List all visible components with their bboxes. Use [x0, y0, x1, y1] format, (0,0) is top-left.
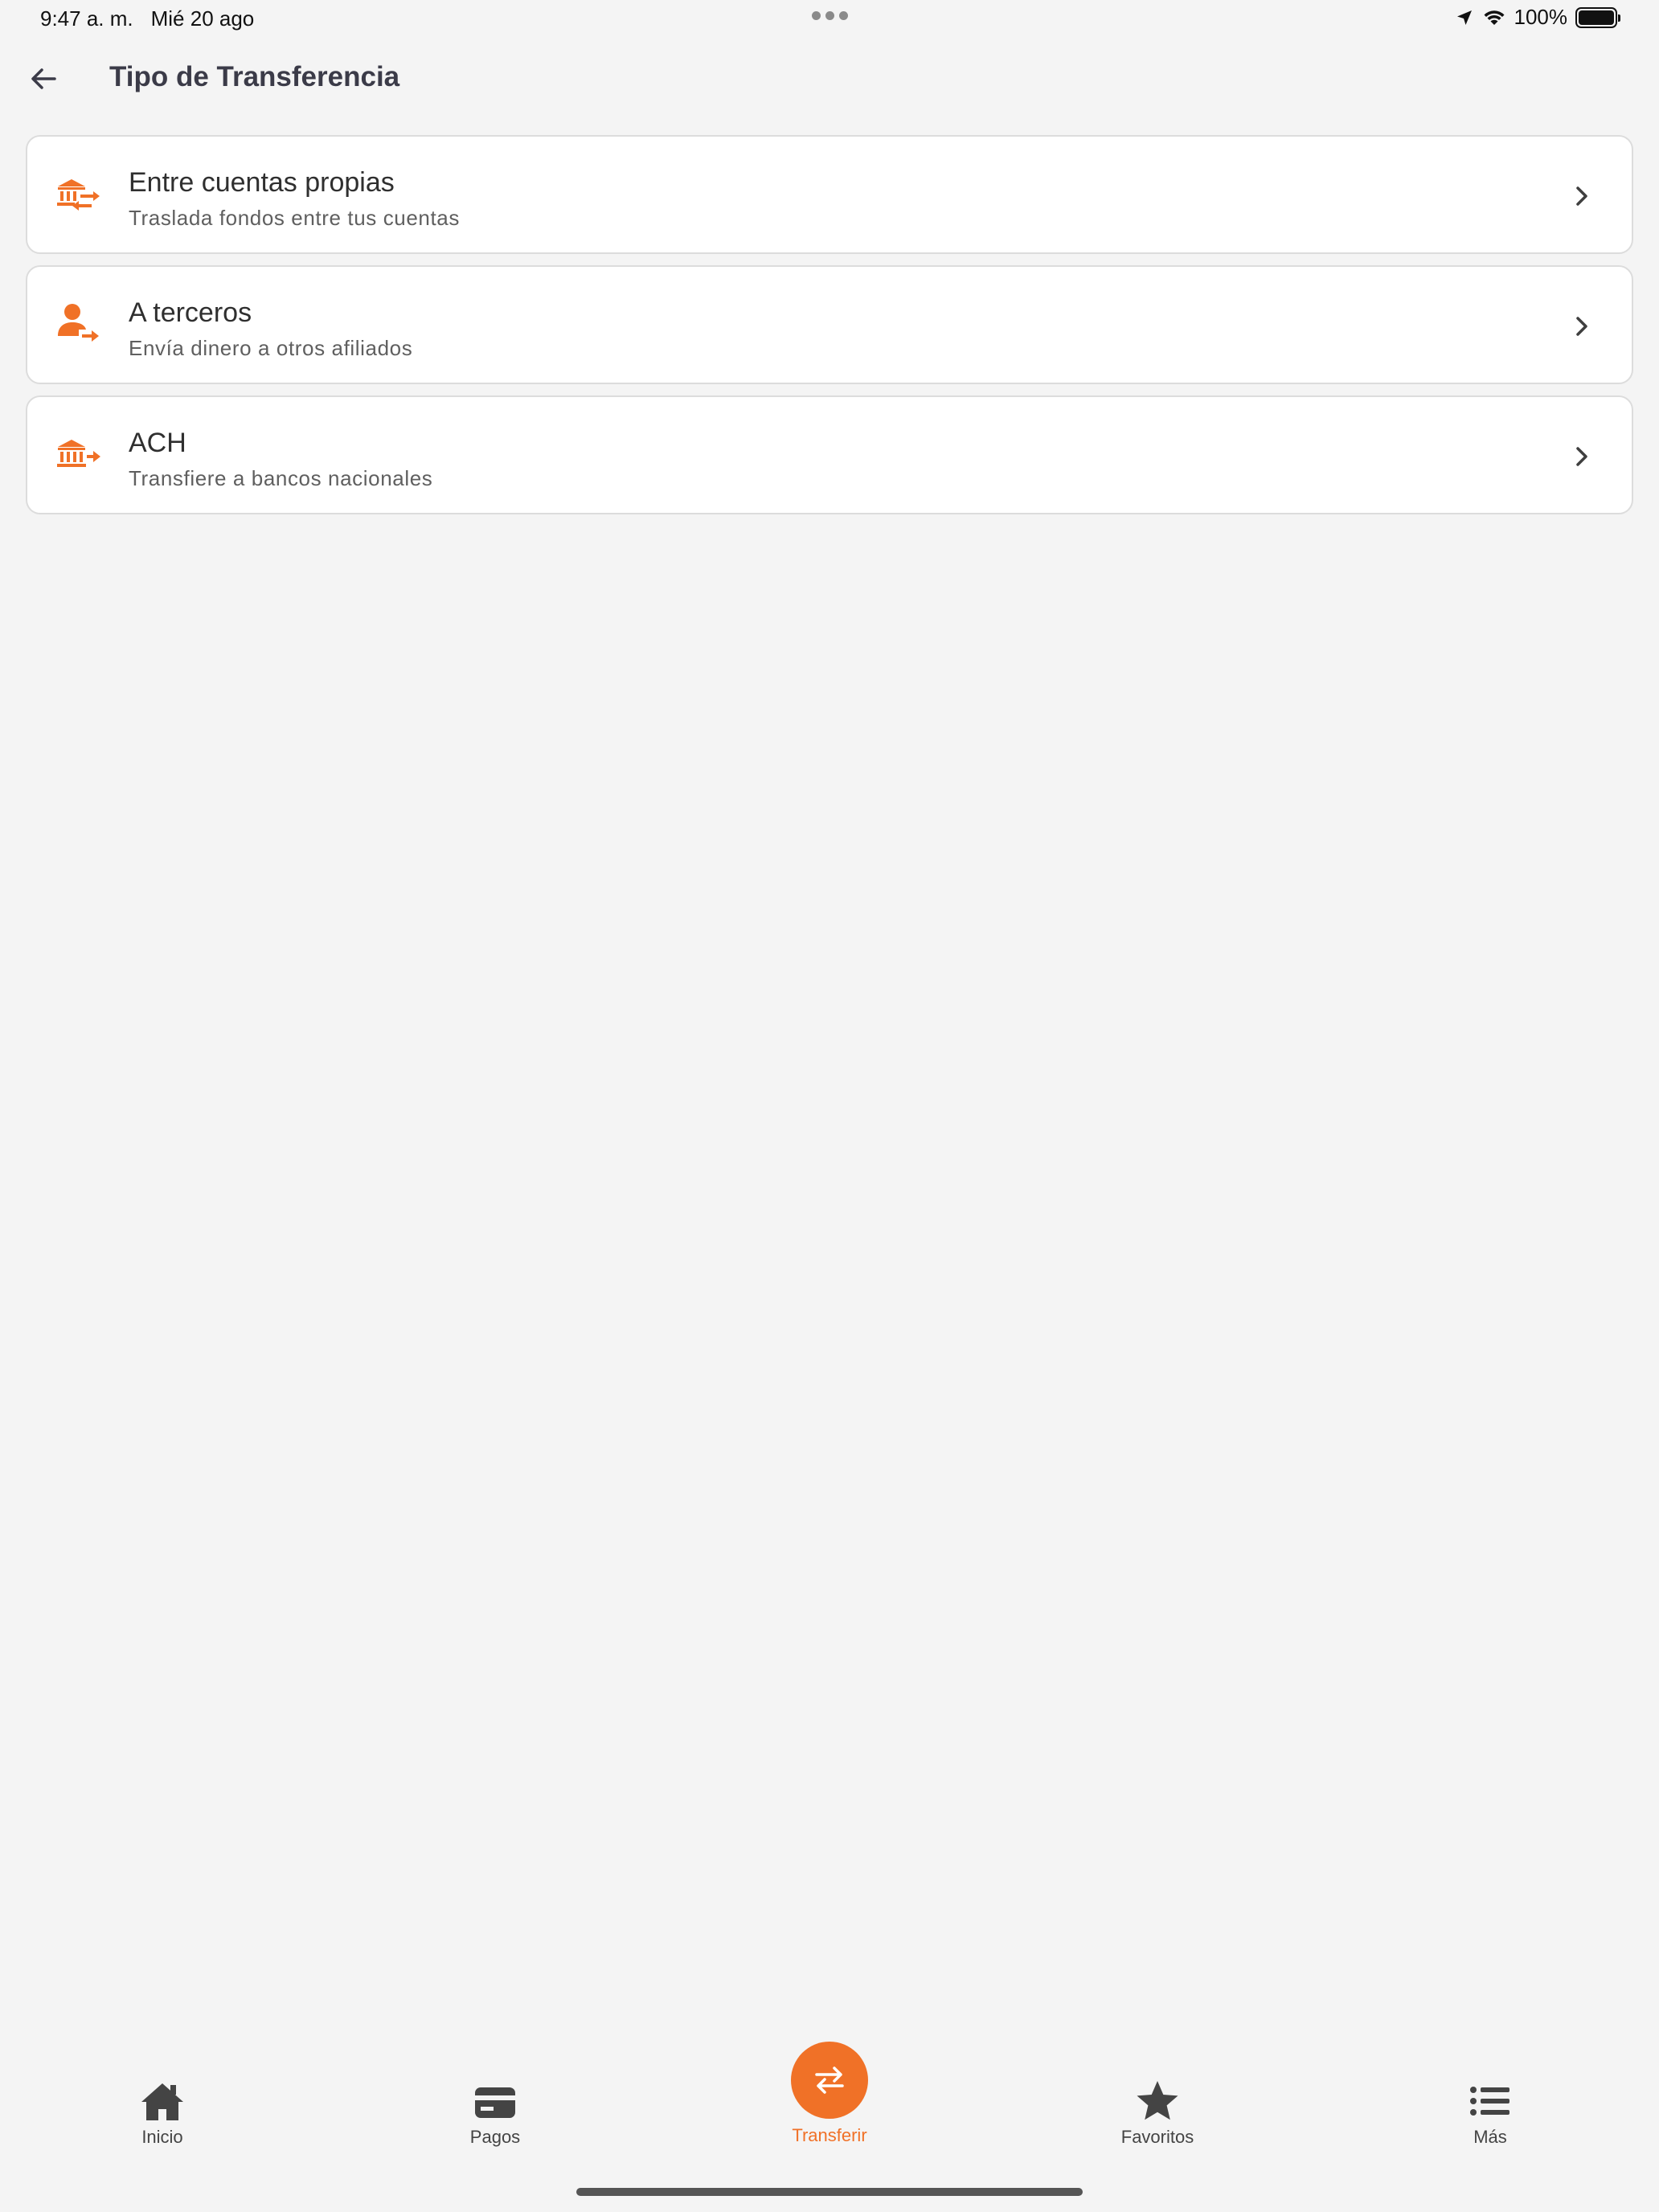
- star-icon: [1137, 2081, 1178, 2120]
- arrow-left-icon: [31, 68, 56, 89]
- status-time: 9:47 a. m.: [40, 6, 133, 31]
- person-send-icon: [58, 304, 99, 342]
- nav-label: Pagos: [469, 2127, 521, 2147]
- chevron-right-icon: [1576, 317, 1587, 336]
- home-indicator[interactable]: [576, 2188, 1083, 2196]
- transfer-arrows-icon: [815, 2067, 844, 2094]
- transfer-fab[interactable]: [791, 2042, 868, 2119]
- status-left: 9:47 a. m. Mié 20 ago: [40, 6, 254, 31]
- battery-icon: [1575, 6, 1620, 28]
- transfer-type-list: Entre cuentas propias Traslada fondos en…: [26, 135, 1633, 526]
- nav-label: Inicio: [141, 2127, 183, 2147]
- bank-send-icon: [57, 440, 100, 467]
- nav-pagos[interactable]: Pagos: [415, 2077, 576, 2165]
- status-right: 100%: [1455, 5, 1620, 30]
- nav-label: Favoritos: [1120, 2127, 1194, 2147]
- option-entre-cuentas-propias[interactable]: Entre cuentas propias Traslada fondos en…: [26, 135, 1633, 254]
- nav-mas[interactable]: Más: [1410, 2077, 1571, 2165]
- app-screen: 9:47 a. m. Mié 20 ago 100% Tipo de Trans…: [0, 0, 1659, 2212]
- option-title: ACH: [129, 428, 186, 458]
- credit-card-icon: [475, 2087, 515, 2118]
- home-icon: [141, 2083, 183, 2120]
- option-subtitle: Envía dinero a otros afiliados: [129, 336, 413, 360]
- wifi-icon: [1484, 10, 1504, 25]
- option-a-terceros[interactable]: A terceros Envía dinero a otros afiliado…: [26, 265, 1633, 384]
- nav-favoritos[interactable]: Favoritos: [1077, 2077, 1238, 2165]
- chevron-right-icon: [1576, 186, 1587, 206]
- page-header: Tipo de Transferencia: [0, 53, 1659, 106]
- option-ach[interactable]: ACH Transfiere a bancos nacionales: [26, 395, 1633, 514]
- option-title: A terceros: [129, 297, 252, 328]
- nav-label: Transferir: [792, 2125, 867, 2145]
- battery-percent: 100%: [1514, 5, 1568, 29]
- option-subtitle: Transfiere a bancos nacionales: [129, 466, 433, 490]
- bank-exchange-icon: [57, 179, 100, 211]
- chevron-right-icon: [1576, 447, 1587, 466]
- nav-inicio[interactable]: Inicio: [82, 2077, 243, 2165]
- status-bar: 9:47 a. m. Mié 20 ago 100%: [0, 0, 1659, 39]
- list-menu-icon: [1470, 2087, 1509, 2116]
- multitasking-dots-icon[interactable]: [812, 11, 848, 20]
- bottom-navigation: Inicio Pagos Transferir Favoritos Más: [0, 2042, 1659, 2162]
- status-date: Mié 20 ago: [150, 6, 255, 31]
- back-button[interactable]: [24, 59, 63, 98]
- location-icon: [1456, 10, 1472, 25]
- nav-label: Más: [1473, 2127, 1507, 2147]
- option-subtitle: Traslada fondos entre tus cuentas: [129, 206, 460, 230]
- option-title: Entre cuentas propias: [129, 167, 395, 198]
- page-title: Tipo de Transferencia: [109, 61, 400, 92]
- nav-transferir[interactable]: Transferir: [749, 2042, 910, 2146]
